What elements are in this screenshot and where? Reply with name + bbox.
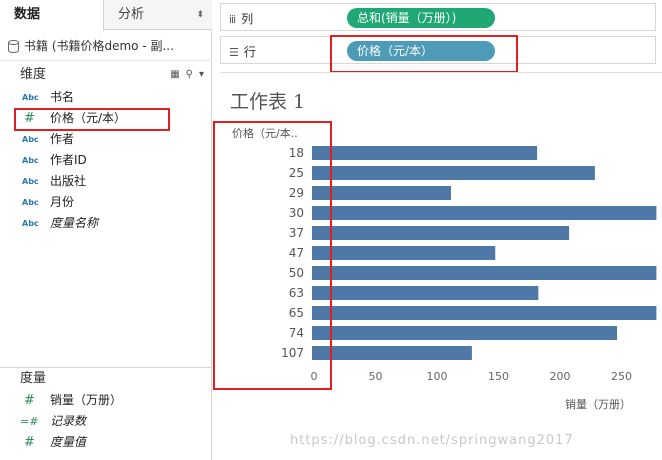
x-tick-label: 100	[427, 370, 448, 383]
datasource-label: 书籍 (书籍价格demo - 副...	[24, 39, 174, 53]
bar[interactable]	[312, 326, 618, 340]
tab-analysis[interactable]: 分析 ⬍	[104, 0, 212, 30]
view-grid-icon[interactable]: ▦	[170, 69, 179, 80]
columns-pill[interactable]: 总和(销量（万册）)	[347, 8, 495, 28]
x-axis-title: 销量（万册）	[565, 397, 631, 411]
bar[interactable]	[312, 166, 595, 180]
bar[interactable]	[312, 226, 570, 240]
field-book-name[interactable]: Abc 书名	[0, 87, 212, 108]
field-author-id[interactable]: Abc 作者ID	[0, 150, 212, 171]
datasource-item[interactable]: 书籍 (书籍价格demo - 副...	[0, 31, 212, 61]
field-author[interactable]: Abc 作者	[0, 129, 212, 150]
field-label: 月份	[50, 195, 75, 209]
field-month[interactable]: Abc 月份	[0, 192, 212, 213]
search-icon[interactable]: ⚲	[186, 69, 193, 80]
bar[interactable]	[312, 206, 657, 220]
measures-header-label: 度量	[20, 371, 47, 386]
field-label: 作者	[50, 132, 75, 146]
field-record-count[interactable]: =# 记录数	[0, 411, 212, 432]
updown-icon[interactable]: ⬍	[196, 0, 204, 30]
columns-shelf[interactable]: iii 列 总和(销量（万册）)	[220, 3, 656, 31]
database-icon	[8, 40, 19, 53]
dimensions-header: 维度 ▦ ⚲ ▾	[0, 62, 212, 88]
x-tick-label: 150	[488, 370, 509, 383]
field-label: 记录数	[50, 414, 87, 428]
bar[interactable]	[312, 146, 538, 160]
columns-shelf-label: iii 列	[229, 10, 253, 27]
rows-shelf-label: ☰ 行	[229, 43, 256, 60]
columns-label-text: 列	[241, 12, 254, 26]
field-label: 销量（万册）	[50, 393, 123, 407]
field-label: 作者ID	[50, 153, 87, 167]
dropdown-arrow-icon[interactable]: ▾	[199, 69, 204, 80]
dimension-tools: ▦ ⚲ ▾	[164, 62, 204, 88]
tab-analysis-label: 分析	[118, 7, 145, 22]
pane-tabs: 数据 分析 ⬍	[0, 0, 212, 31]
columns-icon: iii	[229, 13, 236, 26]
x-tick-label: 250	[611, 370, 632, 383]
x-tick-label: 200	[550, 370, 571, 383]
measures-header: 度量	[0, 368, 212, 390]
field-label: 出版社	[50, 174, 87, 188]
string-type-icon: Abc	[22, 198, 39, 207]
shelves: iii 列 总和(销量（万册）) ☰ 行 价格（元/本）	[212, 0, 662, 73]
highlight-box	[330, 35, 518, 73]
field-measure-values[interactable]: # 度量值	[0, 432, 212, 453]
rows-icon: ☰	[229, 46, 239, 59]
calculated-number-icon: =#	[20, 415, 39, 428]
bar[interactable]	[312, 346, 472, 360]
string-type-icon: Abc	[22, 219, 39, 228]
string-type-icon: Abc	[22, 177, 39, 186]
string-type-icon: Abc	[22, 156, 39, 165]
field-label: 度量值	[50, 435, 87, 449]
watermark: https://blog.csdn.net/springwang2017	[290, 433, 574, 448]
bar[interactable]	[312, 186, 451, 200]
number-type-icon: #	[24, 393, 35, 408]
bar[interactable]	[312, 266, 657, 280]
rows-label-text: 行	[243, 45, 256, 59]
field-label: 书名	[50, 90, 75, 104]
highlight-box	[14, 108, 170, 131]
x-tick-label: 50	[369, 370, 383, 383]
tab-data[interactable]: 数据	[0, 0, 104, 31]
bar[interactable]	[312, 246, 496, 260]
bar[interactable]	[312, 306, 657, 320]
string-type-icon: Abc	[22, 93, 39, 102]
string-type-icon: Abc	[22, 135, 39, 144]
field-measure-names[interactable]: Abc 度量名称	[0, 213, 212, 234]
field-publisher[interactable]: Abc 出版社	[0, 171, 212, 192]
field-sales[interactable]: # 销量（万册）	[0, 390, 212, 411]
number-type-icon: #	[24, 435, 35, 450]
highlight-box	[213, 121, 332, 390]
bar[interactable]	[312, 286, 539, 300]
field-label: 度量名称	[50, 216, 99, 230]
tab-data-label: 数据	[14, 7, 41, 22]
dimensions-header-label: 维度	[20, 67, 47, 82]
worksheet: 工作表 1 价格（元/本.. 18 25 29 30 37 47 50 63 65 74 107 0 50…	[213, 72, 662, 460]
data-pane: 数据 分析 ⬍ 书籍 (书籍价格demo - 副... 维度 ▦ ⚲ ▾ Abc 书名…	[0, 0, 212, 460]
